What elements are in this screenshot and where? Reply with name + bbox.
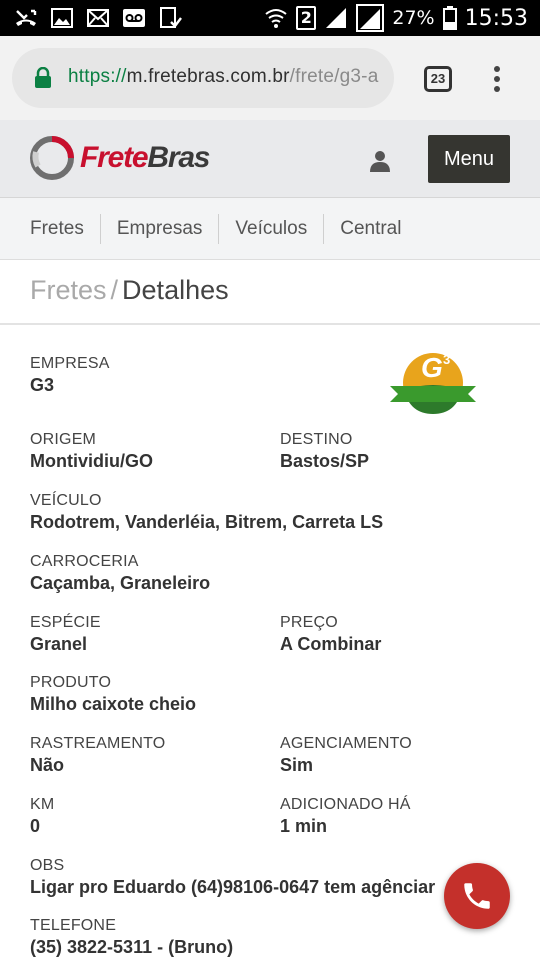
- signal-icon: [326, 8, 347, 28]
- field-value: Não: [30, 755, 65, 775]
- field-label: ORIGEM: [30, 431, 97, 448]
- nav-item-central[interactable]: Central: [324, 214, 417, 244]
- field-label: PREÇO: [280, 614, 338, 631]
- field-label: CARROCERIA: [30, 553, 139, 570]
- field-label: TELEFONE: [30, 917, 117, 934]
- field-label: ADICIONADO HÁ: [280, 796, 411, 813]
- site-header: FreteBras Menu: [0, 120, 540, 198]
- main-nav: Fretes Empresas Veículos Central: [0, 198, 540, 260]
- field-origem: ORIGEM Montividiu/GO: [30, 431, 153, 472]
- lock-icon: [35, 67, 51, 88]
- fretebras-logo-mark: [30, 136, 74, 180]
- field-value: Granel: [30, 634, 88, 654]
- field-veiculo: VEÍCULO Rodotrem, Vanderléia, Bitrem, Ca…: [30, 492, 383, 533]
- browser-toolbar: https://m.fretebras.com.br/frete/g3-a 23: [0, 36, 540, 120]
- field-value: Rodotrem, Vanderléia, Bitrem, Carreta LS: [30, 512, 384, 532]
- field-empresa: EMPRESA G3: [30, 355, 110, 396]
- field-label: EMPRESA: [30, 355, 110, 372]
- field-especie: ESPÉCIE Granel: [30, 614, 101, 655]
- tab-switcher-button[interactable]: 23: [424, 66, 452, 92]
- field-label: DESTINO: [280, 431, 353, 448]
- field-adicionado: ADICIONADO HÁ 1 min: [280, 796, 411, 837]
- header-divider: [0, 323, 540, 325]
- battery-percent: 27%: [392, 7, 435, 29]
- field-label: ESPÉCIE: [30, 614, 101, 631]
- sim-badge: 2: [296, 6, 317, 30]
- phone-icon: [464, 883, 490, 909]
- field-label: PRODUTO: [30, 674, 112, 691]
- field-value: 0: [30, 816, 41, 836]
- signal-icon-2: [356, 4, 385, 32]
- company-logo-letter: G: [421, 352, 443, 383]
- url-path: /frete/g3-a: [289, 66, 379, 87]
- address-bar[interactable]: https://m.fretebras.com.br/frete/g3-a: [12, 48, 394, 108]
- overflow-menu-icon[interactable]: [492, 66, 502, 94]
- logo-wordmark: FreteBras: [80, 141, 210, 175]
- clock: 15:53: [464, 5, 528, 31]
- company-logo-superscript: 3: [443, 352, 450, 367]
- url-scheme: https://: [68, 66, 127, 87]
- field-value: Montividiu/GO: [30, 451, 153, 471]
- nav-item-empresas[interactable]: Empresas: [101, 213, 220, 244]
- field-value: G3: [30, 375, 55, 395]
- voicemail-icon: [123, 9, 145, 27]
- breadcrumb: Fretes / Detalhes: [30, 275, 229, 306]
- call-button[interactable]: [444, 863, 510, 929]
- field-destino: DESTINO Bastos/SP: [280, 431, 369, 472]
- image-icon: [51, 8, 73, 28]
- field-value: Bastos/SP: [280, 451, 370, 471]
- field-label: RASTREAMENTO: [30, 735, 166, 752]
- field-telefone: TELEFONE (35) 3822-5311 - (Bruno): [30, 917, 233, 958]
- field-rastreamento: RASTREAMENTO Não: [30, 735, 165, 776]
- url-text: https://m.fretebras.com.br/frete/g3-a: [68, 66, 378, 88]
- nav-item-fretes[interactable]: Fretes: [14, 213, 101, 244]
- field-carroceria: CARROCERIA Caçamba, Graneleiro: [30, 553, 210, 594]
- field-value: Caçamba, Graneleiro: [30, 573, 211, 593]
- field-value: A Combinar: [280, 634, 382, 654]
- breadcrumb-current: Detalhes: [122, 275, 229, 305]
- field-value: Milho caixote cheio: [30, 694, 197, 714]
- field-value: Ligar pro Eduardo (64)98106-0647 tem agê…: [30, 877, 436, 897]
- menu-button[interactable]: Menu: [428, 135, 510, 183]
- field-value: Sim: [280, 755, 314, 775]
- user-icon[interactable]: [368, 150, 392, 172]
- logo-bras: Bras: [147, 141, 210, 174]
- field-value[interactable]: (35) 3822-5311 - (Bruno): [30, 937, 233, 958]
- breadcrumb-separator: /: [110, 275, 119, 305]
- status-right-icons: 2 27% 15:53: [264, 4, 528, 32]
- fretebras-logo[interactable]: FreteBras: [30, 136, 210, 180]
- field-label: VEÍCULO: [30, 492, 102, 509]
- missed-call-icon: [16, 9, 37, 26]
- field-km: KM 0: [30, 796, 54, 837]
- field-agenciamento: AGENCIAMENTO Sim: [280, 735, 412, 776]
- breadcrumb-fretes-link[interactable]: Fretes: [30, 275, 107, 305]
- nav-item-veiculos[interactable]: Veículos: [219, 213, 325, 244]
- field-obs: OBS Ligar pro Eduardo (64)98106-0647 tem…: [30, 857, 450, 898]
- mail-icon: [87, 9, 109, 27]
- field-produto: PRODUTO Milho caixote cheio: [30, 674, 196, 715]
- status-bar: 2 27% 15:53: [0, 0, 540, 36]
- company-logo: G 3: [390, 352, 476, 414]
- url-host: m.fretebras.com.br: [126, 66, 290, 87]
- status-left-icons: [14, 6, 182, 30]
- battery-icon: [442, 6, 457, 30]
- field-label: AGENCIAMENTO: [280, 735, 412, 752]
- field-label: KM: [30, 796, 55, 813]
- field-preco: PREÇO A Combinar: [280, 614, 381, 655]
- wifi-icon: [265, 9, 287, 28]
- download-icon: [160, 7, 182, 28]
- field-value: 1 min: [280, 816, 328, 836]
- field-label: OBS: [30, 857, 65, 874]
- logo-frete: Frete: [80, 141, 149, 174]
